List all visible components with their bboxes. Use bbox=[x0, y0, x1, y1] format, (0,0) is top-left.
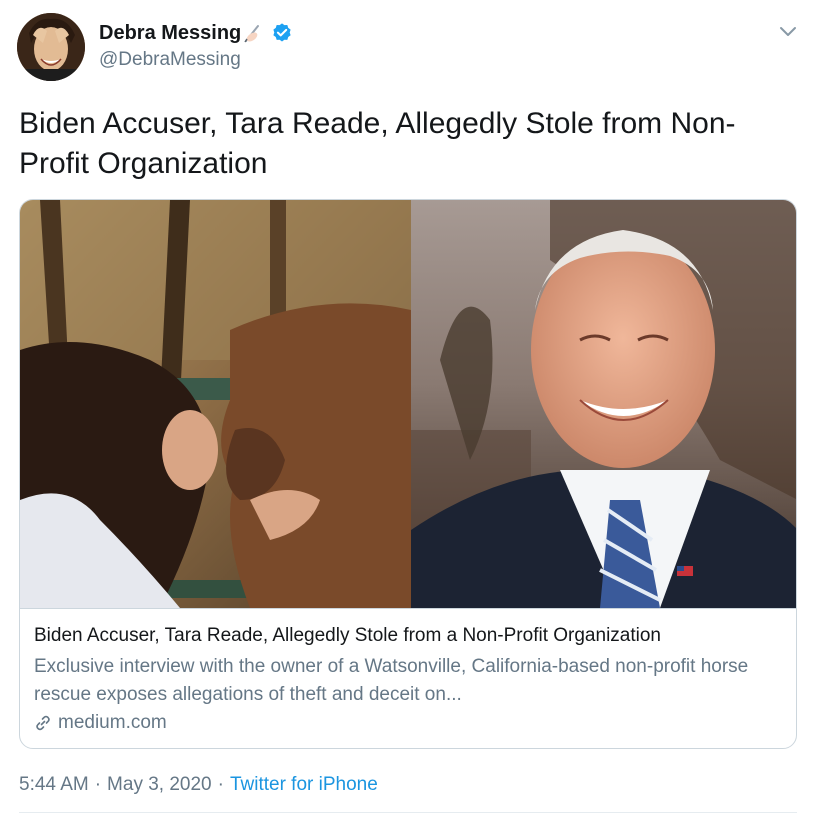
chevron-down-icon[interactable] bbox=[777, 20, 799, 42]
divider bbox=[19, 812, 797, 813]
link-card[interactable]: Biden Accuser, Tara Reade, Allegedly Sto… bbox=[19, 199, 797, 749]
avatar[interactable] bbox=[17, 13, 85, 81]
name-row: Debra Messing bbox=[99, 20, 293, 46]
verified-badge-icon bbox=[271, 22, 293, 44]
user-handle[interactable]: @DebraMessing bbox=[99, 49, 241, 71]
card-description: Exclusive interview with the owner of a … bbox=[34, 656, 749, 705]
card-title[interactable]: Biden Accuser, Tara Reade, Allegedly Sto… bbox=[34, 625, 661, 647]
card-domain-text: medium.com bbox=[58, 712, 167, 733]
tweet-time[interactable]: 5:44 AM bbox=[19, 774, 89, 796]
card-body[interactable]: Biden Accuser, Tara Reade, Allegedly Sto… bbox=[20, 608, 796, 733]
tweet: Debra Messing @DebraMessing Biden Accuse… bbox=[0, 0, 813, 815]
avatar-image bbox=[17, 13, 85, 81]
meta-separator: · bbox=[94, 774, 102, 795]
writing-hand-emoji-icon bbox=[243, 22, 265, 44]
link-icon bbox=[34, 714, 52, 732]
card-image[interactable] bbox=[20, 200, 796, 608]
tweet-text: Biden Accuser, Tara Reade, Allegedly Sto… bbox=[19, 107, 736, 180]
tweet-meta: 5:44 AM · May 3, 2020 · Twitter for iPho… bbox=[19, 774, 378, 796]
tweet-source-link[interactable]: Twitter for iPhone bbox=[230, 774, 378, 796]
meta-separator: · bbox=[217, 774, 224, 795]
tweet-date[interactable]: May 3, 2020 bbox=[107, 774, 212, 796]
display-name[interactable]: Debra Messing bbox=[99, 22, 241, 45]
card-domain: medium.com bbox=[34, 712, 167, 734]
